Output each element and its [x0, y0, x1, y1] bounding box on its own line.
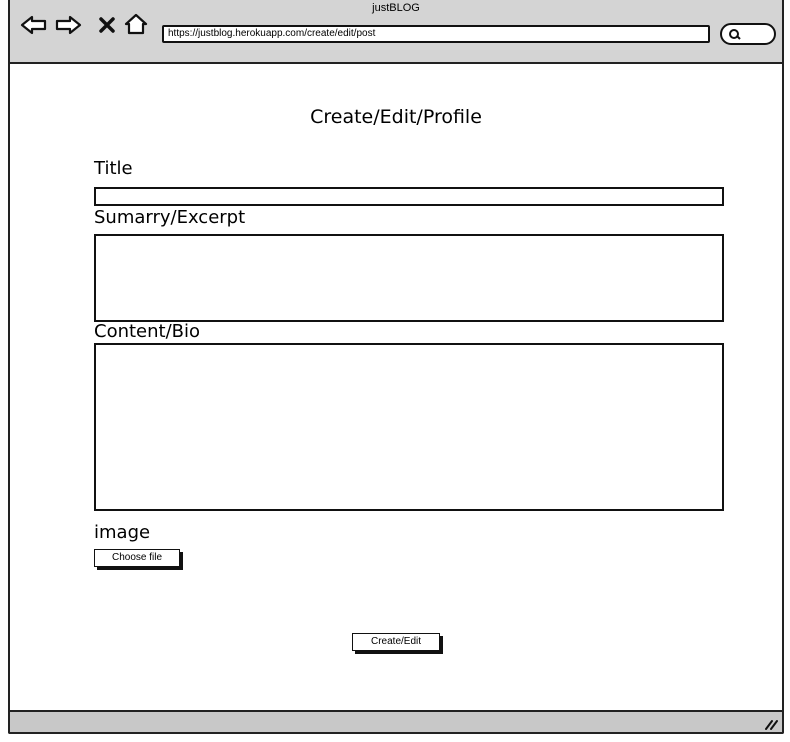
create-edit-button[interactable]: Create/Edit: [352, 633, 440, 651]
summary-label: Sumarry/Excerpt: [94, 207, 246, 228]
browser-chrome: justBLOG https://justblog.herokuapp.com/…: [10, 0, 782, 64]
home-icon[interactable]: [124, 13, 148, 35]
title-label: Title: [94, 158, 133, 179]
content-label: Content/Bio: [94, 321, 201, 342]
page-title: Create/Edit/Profile: [310, 106, 482, 128]
title-input[interactable]: [94, 187, 724, 206]
back-icon[interactable]: [20, 14, 48, 36]
resize-handle-icon[interactable]: [764, 718, 778, 730]
summary-textarea[interactable]: [94, 234, 724, 322]
choose-file-button[interactable]: Choose file: [94, 549, 180, 567]
image-label: image: [94, 522, 151, 543]
address-bar[interactable]: https://justblog.herokuapp.com/create/ed…: [162, 25, 710, 43]
forward-icon[interactable]: [54, 14, 82, 36]
browser-window: justBLOG https://justblog.herokuapp.com/…: [8, 0, 784, 734]
search-icon: [729, 29, 741, 40]
browser-search-box[interactable]: [720, 23, 776, 45]
content-textarea[interactable]: [94, 343, 724, 511]
stop-icon[interactable]: [98, 16, 116, 34]
status-bar: [10, 710, 782, 732]
